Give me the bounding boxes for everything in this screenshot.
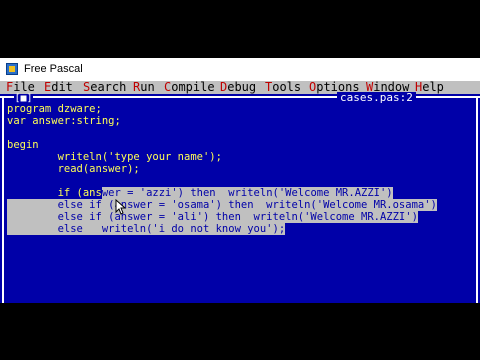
menu-compile[interactable]: Compile bbox=[164, 81, 215, 94]
menu-edit[interactable]: Edit bbox=[44, 81, 73, 94]
editor-frame-right bbox=[476, 97, 478, 303]
mouse-pointer-icon bbox=[115, 199, 127, 215]
code-line-1[interactable]: program dzware; bbox=[7, 103, 102, 115]
code-line-8-selected[interactable]: if (answer = 'azzi') then writeln('Welco… bbox=[7, 187, 393, 199]
code-line-8-selected-part: wer = 'azzi') then writeln('Welcome MR.A… bbox=[101, 187, 393, 199]
title-bar: Free Pascal bbox=[0, 58, 480, 81]
menu-help[interactable]: Help bbox=[415, 81, 444, 94]
code-line-8-unselected-part: if (ans bbox=[7, 187, 102, 199]
close-box-button[interactable]: [■] bbox=[14, 94, 33, 104]
window-title: Free Pascal bbox=[24, 63, 83, 75]
code-line-11-selected[interactable]: else writeln('i do not know you'); bbox=[7, 223, 286, 235]
editor-frame-left bbox=[2, 97, 4, 303]
menu-search[interactable]: Search bbox=[83, 81, 126, 94]
menu-tools[interactable]: Tools bbox=[265, 81, 301, 94]
code-line-6[interactable]: read(answer); bbox=[7, 163, 140, 175]
menu-run[interactable]: Run bbox=[133, 81, 155, 94]
bottom-letterbox bbox=[0, 303, 480, 360]
code-line-4[interactable]: begin bbox=[7, 139, 39, 151]
code-line-10-selected[interactable]: else if (answer = 'ali') then writeln('W… bbox=[7, 211, 418, 223]
editor-window[interactable]: [■] cases.pas:2 program dzware; var answ… bbox=[0, 92, 480, 303]
free-pascal-icon bbox=[6, 63, 18, 75]
menu-debug[interactable]: Debug bbox=[220, 81, 256, 94]
code-line-5[interactable]: writeln('type your name'); bbox=[7, 151, 222, 163]
code-line-2[interactable]: var answer:string; bbox=[7, 115, 121, 127]
free-pascal-window: Free Pascal File Edit Search Run Compile… bbox=[0, 58, 480, 303]
code-line-9-selected[interactable]: else if (answer = 'osama') then writeln(… bbox=[7, 199, 437, 211]
editor-file-title: cases.pas:2 bbox=[337, 92, 416, 104]
